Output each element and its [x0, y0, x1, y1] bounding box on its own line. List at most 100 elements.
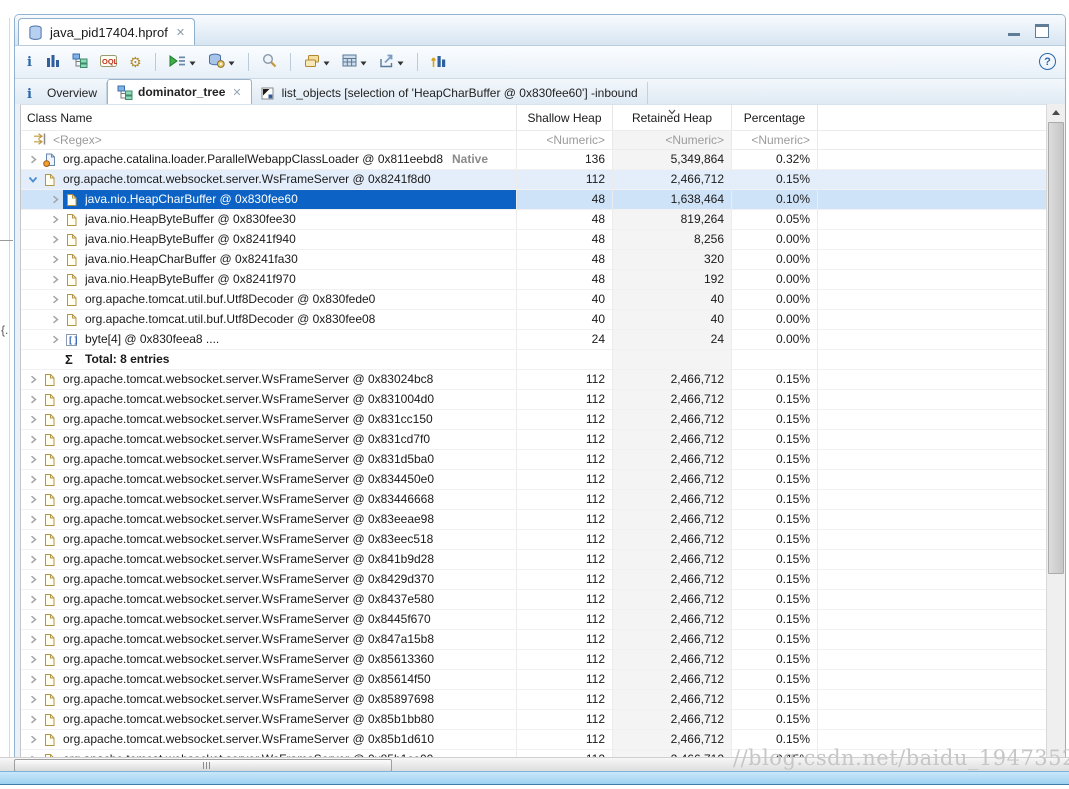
table-row[interactable]: org.apache.tomcat.websocket.server.WsFra… — [21, 530, 1046, 550]
chevron-right-icon[interactable] — [25, 390, 41, 409]
table-row[interactable]: org.apache.tomcat.websocket.server.WsFra… — [21, 470, 1046, 490]
oql-button[interactable]: OQL — [98, 51, 119, 73]
tab-dominator-tree[interactable]: dominator_tree ✕ — [107, 79, 252, 104]
scroll-up-icon[interactable] — [1047, 104, 1065, 120]
table-row[interactable]: java.nio.HeapByteBuffer @ 0x830fee304881… — [21, 210, 1046, 230]
object-label: org.apache.tomcat.websocket.server.WsFra… — [63, 750, 433, 757]
table-row[interactable]: org.apache.tomcat.websocket.server.WsFra… — [21, 370, 1046, 390]
heap-queries-button[interactable] — [206, 51, 237, 73]
table-row[interactable]: java.nio.HeapByteBuffer @ 0x8241f9704819… — [21, 270, 1046, 290]
export-button[interactable] — [377, 51, 406, 73]
dropdown-arrow-icon[interactable] — [189, 55, 196, 69]
table-row[interactable]: org.apache.tomcat.websocket.server.WsFra… — [21, 550, 1046, 570]
table-row[interactable]: org.apache.tomcat.websocket.server.WsFra… — [21, 170, 1046, 190]
table-row[interactable]: org.apache.tomcat.websocket.server.WsFra… — [21, 490, 1046, 510]
table-row[interactable]: java.nio.HeapCharBuffer @ 0x830fee60481,… — [21, 190, 1046, 210]
dropdown-arrow-icon[interactable] — [228, 55, 235, 69]
chevron-right-icon[interactable] — [25, 450, 41, 469]
chevron-right-icon[interactable] — [47, 190, 63, 209]
table-row[interactable]: org.apache.tomcat.websocket.server.WsFra… — [21, 630, 1046, 650]
table-row[interactable]: org.apache.tomcat.websocket.server.WsFra… — [21, 590, 1046, 610]
vertical-scrollbar[interactable] — [1046, 104, 1065, 757]
vertical-scrollbar-thumb[interactable] — [1048, 122, 1064, 574]
table-row[interactable]: org.apache.tomcat.websocket.server.WsFra… — [21, 510, 1046, 530]
column-header-class-name[interactable]: Class Name — [21, 105, 517, 131]
table-row[interactable]: org.apache.tomcat.util.buf.Utf8Decoder @… — [21, 310, 1046, 330]
column-header-percentage[interactable]: Percentage — [732, 105, 818, 131]
chevron-right-icon[interactable] — [47, 290, 63, 309]
chevron-right-icon[interactable] — [25, 730, 41, 749]
search-button[interactable] — [260, 51, 279, 73]
run-expert-report-button[interactable] — [167, 51, 198, 73]
table-row[interactable]: org.apache.tomcat.websocket.server.WsFra… — [21, 410, 1046, 430]
chevron-right-icon[interactable] — [25, 610, 41, 629]
filter-shallow-heap[interactable]: <Numeric> — [517, 131, 613, 150]
filter-class-name[interactable]: <Regex> — [21, 131, 517, 150]
grouping-button[interactable] — [302, 51, 332, 73]
table-row[interactable]: []byte[4] @ 0x830feea8 ....24240.00% — [21, 330, 1046, 350]
chevron-down-icon[interactable] — [25, 170, 41, 189]
table-row[interactable]: org.apache.catalina.loader.ParallelWebap… — [21, 150, 1046, 170]
table-row[interactable]: java.nio.HeapByteBuffer @ 0x8241f940488,… — [21, 230, 1046, 250]
chevron-right-icon[interactable] — [47, 330, 63, 349]
chevron-right-icon[interactable] — [25, 490, 41, 509]
info-button[interactable]: i — [24, 51, 36, 73]
customize-button[interactable]: ⚙ — [127, 51, 144, 73]
chevron-right-icon[interactable] — [47, 250, 63, 269]
chevron-right-icon[interactable] — [47, 230, 63, 249]
chevron-right-icon[interactable] — [25, 150, 41, 169]
dropdown-arrow-icon[interactable] — [397, 55, 404, 69]
chevron-right-icon[interactable] — [25, 510, 41, 529]
editor-tab-close-icon[interactable]: ✕ — [176, 26, 185, 39]
chevron-right-icon[interactable] — [25, 710, 41, 729]
dominator-tree-button[interactable] — [70, 51, 90, 73]
chevron-right-icon[interactable] — [47, 270, 63, 289]
column-header-retained-heap[interactable]: Retained Heap — [613, 105, 732, 131]
help-button[interactable]: ? — [1039, 53, 1056, 70]
chevron-right-icon[interactable] — [25, 670, 41, 689]
compare-button[interactable] — [429, 51, 448, 73]
table-row[interactable]: org.apache.tomcat.websocket.server.WsFra… — [21, 610, 1046, 630]
histogram-button[interactable] — [44, 51, 62, 73]
chevron-right-icon[interactable] — [25, 530, 41, 549]
table-row[interactable]: org.apache.tomcat.websocket.server.WsFra… — [21, 430, 1046, 450]
chevron-right-icon[interactable] — [25, 430, 41, 449]
table-row[interactable]: org.apache.tomcat.websocket.server.WsFra… — [21, 450, 1046, 470]
chevron-right-icon[interactable] — [25, 750, 41, 757]
table-row[interactable]: org.apache.tomcat.websocket.server.WsFra… — [21, 390, 1046, 410]
chevron-right-icon[interactable] — [25, 410, 41, 429]
minimize-icon[interactable] — [1008, 33, 1020, 36]
chevron-right-icon[interactable] — [25, 570, 41, 589]
dropdown-arrow-icon[interactable] — [360, 55, 367, 69]
object-icon — [43, 613, 59, 627]
table-row[interactable]: org.apache.tomcat.websocket.server.WsFra… — [21, 690, 1046, 710]
tab-close-icon[interactable]: ✕ — [232, 86, 241, 99]
chevron-right-icon[interactable] — [47, 310, 63, 329]
tab-list-objects[interactable]: list_objects [selection of 'HeapCharBuff… — [252, 82, 648, 104]
chevron-right-icon[interactable] — [25, 630, 41, 649]
table-row[interactable]: org.apache.tomcat.util.buf.Utf8Decoder @… — [21, 290, 1046, 310]
watermark-text: //blog.csdn.net/baidu_19473529 — [733, 746, 1069, 770]
tab-overview[interactable]: i Overview — [17, 82, 107, 104]
table-row[interactable]: org.apache.tomcat.websocket.server.WsFra… — [21, 670, 1046, 690]
chevron-right-icon[interactable] — [25, 590, 41, 609]
chevron-right-icon[interactable] — [25, 370, 41, 389]
editor-tab-heapdump[interactable]: java_pid17404.hprof ✕ — [18, 18, 195, 45]
column-header-shallow-heap[interactable]: Shallow Heap — [517, 105, 613, 131]
maximize-icon[interactable] — [1035, 24, 1049, 38]
chevron-right-icon[interactable] — [25, 550, 41, 569]
chevron-right-icon[interactable] — [25, 690, 41, 709]
chevron-right-icon[interactable] — [25, 650, 41, 669]
calculate-retained-size-button[interactable] — [340, 51, 369, 73]
table-row[interactable]: org.apache.tomcat.websocket.server.WsFra… — [21, 650, 1046, 670]
table-row[interactable]: org.apache.tomcat.websocket.server.WsFra… — [21, 710, 1046, 730]
chevron-right-icon[interactable] — [25, 470, 41, 489]
filter-percentage[interactable]: <Numeric> — [732, 131, 818, 150]
table-row[interactable]: ΣTotal: 8 entries — [21, 350, 1046, 370]
chevron-right-icon[interactable] — [47, 210, 63, 229]
dropdown-arrow-icon[interactable] — [323, 55, 330, 69]
table-row[interactable]: org.apache.tomcat.websocket.server.WsFra… — [21, 570, 1046, 590]
table-row[interactable]: java.nio.HeapCharBuffer @ 0x8241fa304832… — [21, 250, 1046, 270]
filter-retained-heap[interactable]: <Numeric> — [613, 131, 732, 150]
object-icon — [43, 653, 59, 667]
